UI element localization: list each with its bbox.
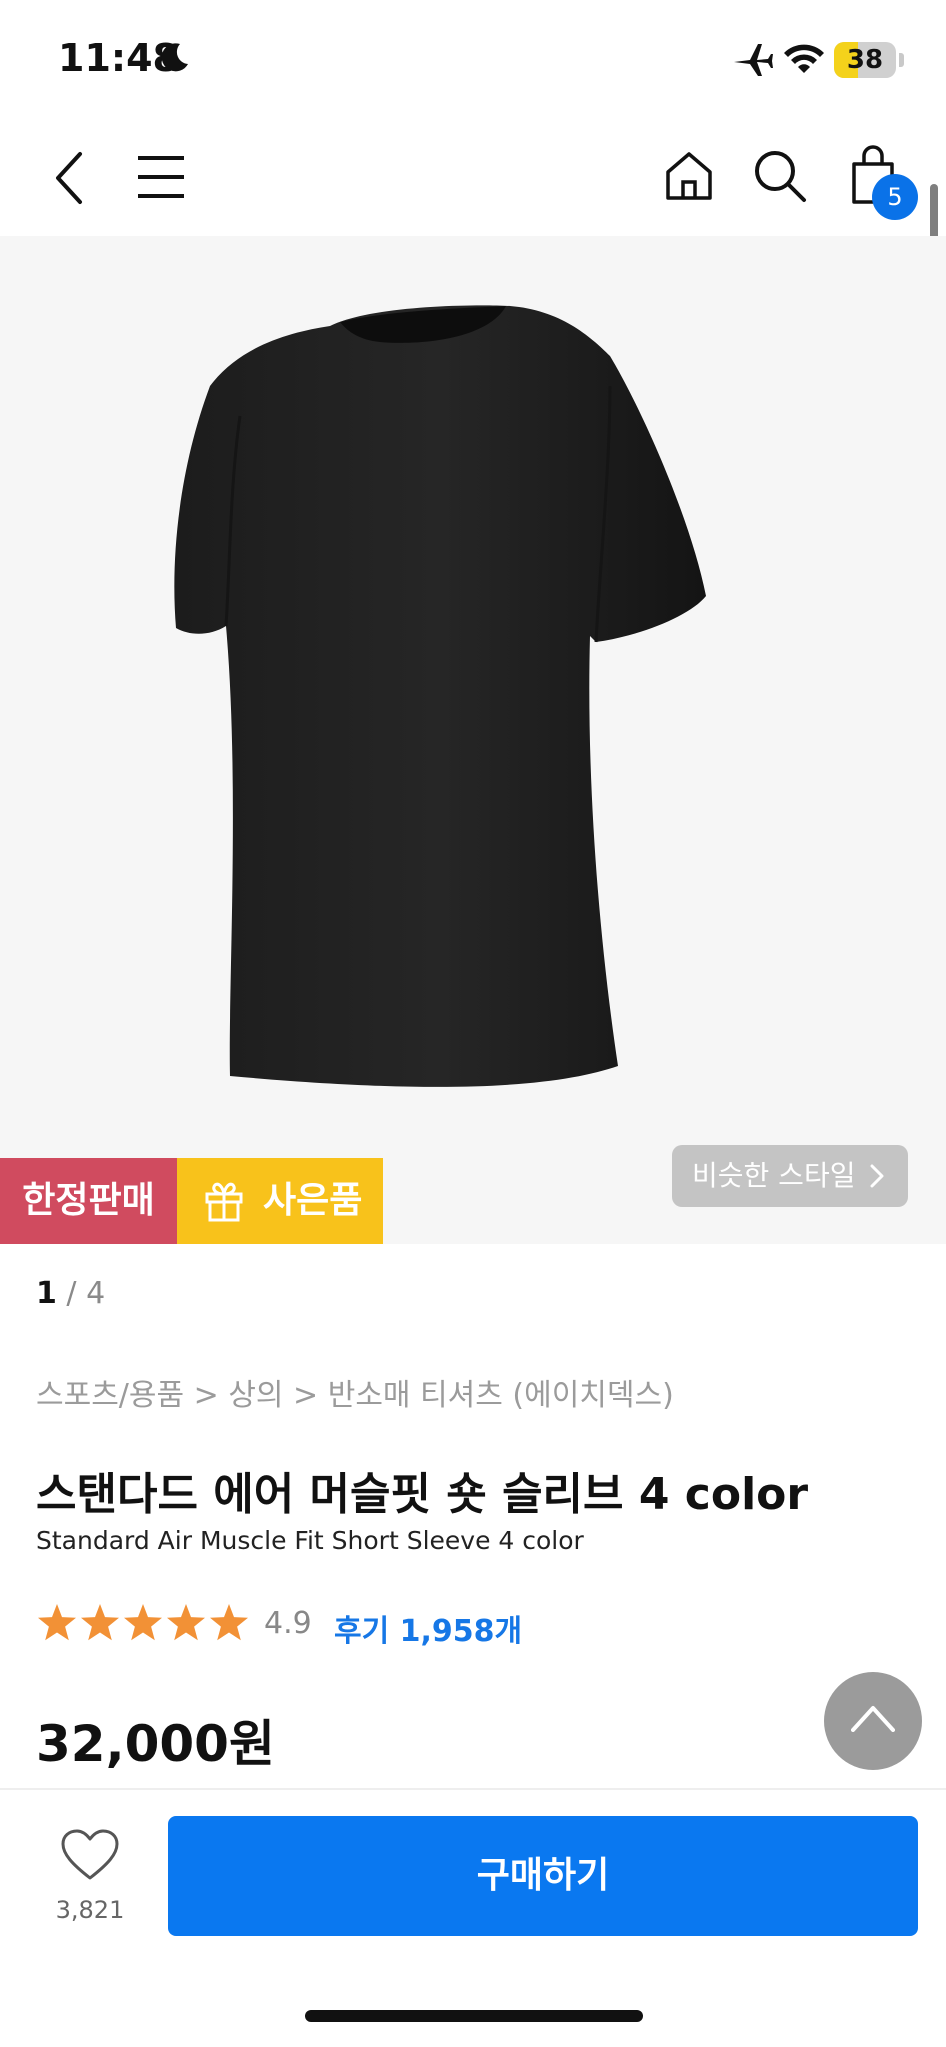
bottom-bar-divider [0,1788,946,1790]
gift-badge-label: 사은품 [263,1180,363,1221]
rating-value: 4.9 [264,1606,312,1641]
limited-sale-badge: 한정판매 [0,1158,177,1244]
search-icon[interactable] [752,148,808,204]
similar-style-label: 비슷한 스타일 [692,1159,856,1192]
pager-current: 1 [36,1276,57,1311]
menu-icon[interactable] [136,154,186,200]
breadcrumb[interactable]: 스포츠/용품 > 상의 > 반소매 티셔츠 (에이치덱스) [36,1370,674,1414]
battery-indicator: 38 [834,42,906,78]
status-bar: 11:48 38 [0,0,946,120]
wishlist-button[interactable]: 3,821 [40,1828,140,1938]
back-icon[interactable] [52,150,86,206]
similar-style-button[interactable]: 비슷한 스타일 [672,1145,908,1207]
product-price: 32,000원 [36,1715,275,1773]
star-icon [210,1604,248,1641]
reviews-link[interactable]: 후기 1,958개 [334,1606,522,1650]
image-pager: 1 / 4 [36,1276,105,1311]
nav-bar [0,120,946,236]
star-icon [124,1604,162,1641]
buy-button[interactable]: 구매하기 [168,1816,918,1936]
home-icon[interactable] [664,150,714,202]
moon-icon [161,43,188,72]
chevron-right-icon [870,1164,884,1188]
heart-icon [61,1829,119,1880]
pager-total: / 4 [66,1276,106,1311]
star-icon [38,1604,76,1641]
star-icon [81,1604,119,1641]
gift-icon [205,1182,243,1222]
rating-stars [38,1604,248,1641]
wishlist-count: 3,821 [55,1896,125,1924]
product-image[interactable]: 한정판매 사은품 비슷한 스타일 [0,236,946,1244]
wifi-icon [784,44,824,73]
star-icon [167,1604,205,1641]
battery-text: 38 [846,45,884,75]
gift-badge: 사은품 [177,1158,383,1244]
chevron-up-icon [851,1706,895,1732]
product-title-english: Standard Air Muscle Fit Short Sleeve 4 c… [36,1526,584,1555]
airplane-icon [734,44,773,76]
product-title: 스탠다드 에어 머슬핏 숏 슬리브 4 color [36,1469,809,1520]
cart-count-badge: 5 [872,174,918,220]
scroll-to-top-button[interactable] [824,1672,922,1770]
home-indicator [305,2010,643,2022]
tshirt-image [174,305,706,1087]
